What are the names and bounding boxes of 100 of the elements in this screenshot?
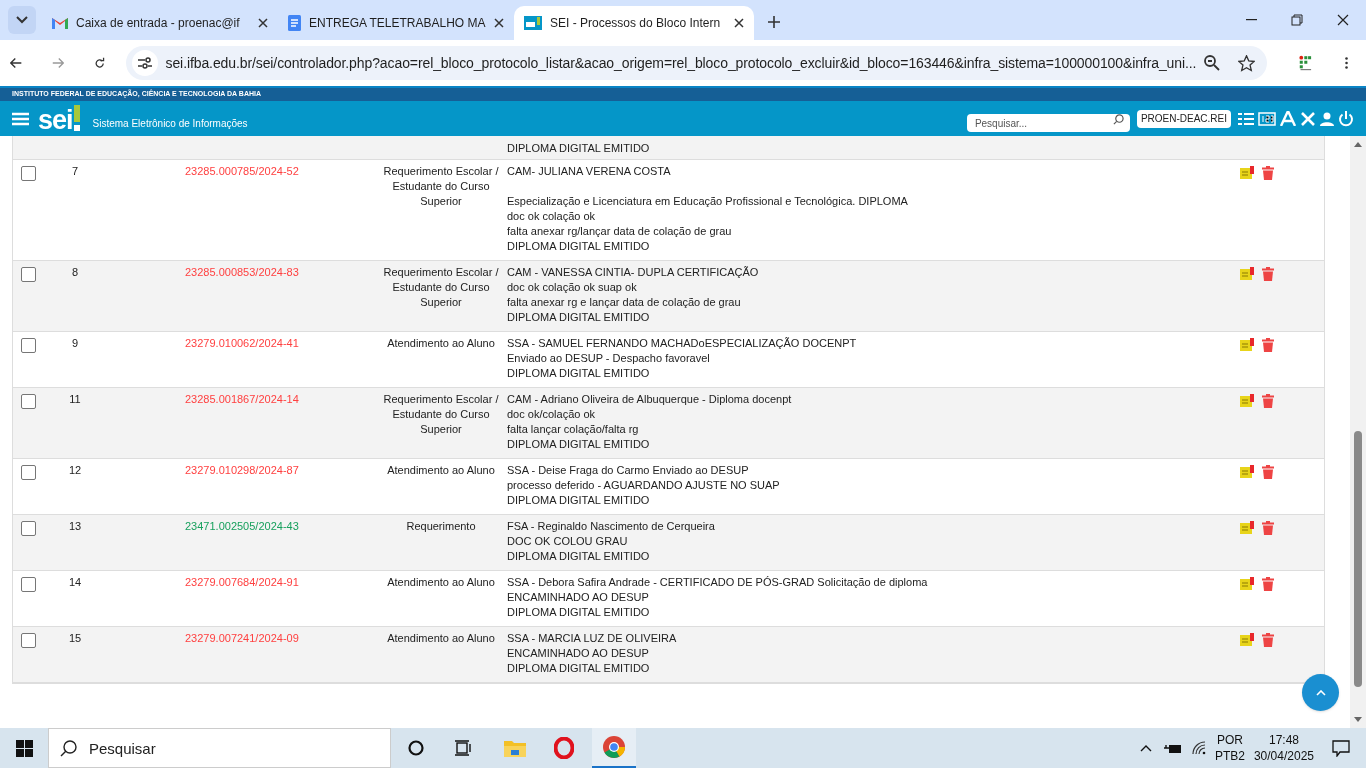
notification-icon[interactable] [1332,739,1350,757]
chevron-up-icon[interactable] [1139,744,1152,752]
font-icon[interactable] [1280,111,1296,126]
scrollbar[interactable] [1350,136,1366,728]
search-icon[interactable] [1112,113,1124,125]
trash-icon[interactable] [1262,394,1274,408]
taskbar-search-field[interactable]: Pesquisar [48,728,391,768]
scroll-down-arrow-icon[interactable] [1354,717,1362,722]
trash-icon[interactable] [1262,577,1274,591]
trash-icon[interactable] [1262,465,1274,479]
url-text: sei.ifba.edu.br/sei/controlador.php?acao=rel_bloco_protocolo_listar&acao_origem=rel_bloco_protocolo_excluir&id_bloco=163446&infra_sistema=100000100&infra_uni... [165,53,1197,73]
close-icon[interactable] [734,18,744,28]
back-to-top-button[interactable] [1302,674,1339,711]
close-icon [1337,14,1349,26]
language-indicator[interactable]: POR [1216,732,1243,748]
row-checkbox[interactable] [21,521,36,536]
reload-icon[interactable] [94,55,106,71]
description-text: CAM- JULIANA VERENA COSTA Especialização e Licenciatura em Educação Profissional e Tecnológica. DIPLOMA doc ok colação ok falta anexar rg/lançar data de colação de grau DIPLOMA DIGITAL EMITIDO [507,164,908,254]
keyboard-layout-indicator[interactable]: PTB2 [1214,748,1245,764]
browser-tab[interactable]: ENTREGA TELETRABALHO MA [278,6,514,40]
row-checkbox[interactable] [21,166,36,181]
process-type: Requerimento Escolar / Estudante do Curso Superior [383,266,499,308]
annotation-icon[interactable] [1240,577,1254,591]
address-bar[interactable]: sei.ifba.edu.br/sei/controlador.php?acao=rel_bloco_protocolo_listar&acao_origem=rel_bloco_protocolo_excluir&id_bloco=163446&infra_sistema=100000100&infra_uni... [125,46,1268,80]
row-checkbox[interactable] [21,267,36,282]
protocol-link[interactable]: 23279.007684/2024-91 [185,576,299,588]
restore-icon [1291,14,1303,26]
protocol-link[interactable]: 23279.010298/2024-87 [185,464,299,476]
trash-icon[interactable] [1262,521,1274,535]
annotation-icon[interactable] [1240,521,1254,535]
row-checkbox[interactable] [21,577,36,592]
annotation-icon[interactable] [1240,338,1254,352]
scroll-up-arrow-icon[interactable] [1354,142,1362,147]
annotation-icon[interactable] [1240,394,1254,408]
browser-tab[interactable]: SEI - Processos do Bloco Intern [514,6,754,40]
opera-icon[interactable] [554,737,574,759]
annotation-icon[interactable] [1240,166,1254,180]
back-icon[interactable] [10,56,23,70]
row-checkbox[interactable] [21,465,36,480]
chevron-down-icon [16,16,28,24]
sequence-number: 12 [68,463,82,478]
protocol-link[interactable]: 23279.010062/2024-41 [185,337,299,349]
minimize-icon [1245,19,1257,21]
sequence-number: 7 [71,164,79,179]
windows-start-icon[interactable] [16,739,33,757]
cortana-icon[interactable] [408,740,424,756]
description-text: CAM - VANESSA CINTIA- DUPLA CERTIFICAÇÃO doc ok colação ok suap ok falta anexar rg e lançar data de colação de grau DIPLOMA DIGITAL EMITIDO [507,265,759,325]
numbers-icon[interactable] [1258,111,1276,126]
user-icon[interactable] [1320,111,1334,126]
row-checkbox[interactable] [21,338,36,353]
battery-icon[interactable] [1163,742,1182,754]
power-icon[interactable] [1338,110,1354,127]
annotation-icon[interactable] [1240,465,1254,479]
sequence-number: 11 [69,392,81,407]
process-type: Atendimento ao Aluno [387,337,495,349]
extension-icon[interactable] [1299,53,1313,73]
exclamation-logo-icon [72,104,81,133]
description-text: SSA - Debora Safira Andrade - CERTIFICADO DE PÓS-GRAD Solicitação de diploma ENCAMINHADO AO DESUP DIPLOMA DIGITAL EMITIDO [507,575,928,620]
menu-icon[interactable] [1344,55,1348,71]
trash-icon[interactable] [1262,166,1274,180]
zoom-icon[interactable] [1204,55,1221,71]
chevron-up-icon [1315,689,1326,696]
trash-icon[interactable] [1262,338,1274,352]
process-type: Requerimento Escolar / Estudante do Curso Superior [383,165,499,207]
task-view-icon[interactable] [454,740,472,756]
process-type: Requerimento Escolar / Estudante do Curso Superior [383,393,499,435]
site-settings-icon[interactable] [137,57,152,69]
chrome-icon[interactable] [602,735,626,759]
star-icon[interactable] [1238,54,1256,72]
folder-icon[interactable] [504,739,526,757]
list-icon[interactable] [1238,111,1254,126]
process-type: Atendimento ao Aluno [387,576,495,588]
forward-icon[interactable] [52,56,65,70]
sei-favicon-icon [524,16,542,30]
protocol-link[interactable]: 23285.000785/2024-52 [185,165,299,177]
tab-search-button[interactable] [8,6,36,34]
process-type: Requerimento [406,520,476,532]
mail-icon [52,17,68,29]
system-name: Sistema Eletrônico de Informações [92,117,248,131]
trash-icon[interactable] [1262,633,1274,647]
annotation-icon[interactable] [1240,633,1254,647]
wifi-icon[interactable] [1191,741,1206,755]
description-text: SSA - MARCIA LUZ DE OLIVEIRA ENCAMINHADO AO DESUP DIPLOMA DIGITAL EMITIDO [507,631,677,676]
close-icon[interactable] [494,18,504,28]
browser-tab[interactable]: Caixa de entrada - proenac@if [42,6,278,40]
close-icon[interactable] [258,18,268,28]
scrollbar-thumb[interactable] [1354,431,1362,687]
search-field[interactable]: Pesquisar... [966,114,1130,132]
process-type: Atendimento ao Aluno [387,632,495,644]
annotation-icon[interactable] [1240,267,1254,281]
plus-icon [768,16,780,28]
tab-title: Caixa de entrada - proenac@if [76,15,241,32]
row-checkbox[interactable] [21,633,36,648]
trash-icon[interactable] [1262,267,1274,281]
clock-date[interactable]: 30/04/2025 [1253,748,1314,764]
clock-time[interactable]: 17:48 [1268,732,1299,748]
unit-button[interactable]: PROEN-DEAC.REI [1136,109,1231,128]
description-text: CAM - Adriano Oliveira de Albuquerque - Diploma docenpt doc ok/colação ok falta lançar colação/falta rg DIPLOMA DIGITAL EMITIDO [507,392,792,452]
document-icon [288,15,301,31]
row-checkbox[interactable] [21,394,36,409]
